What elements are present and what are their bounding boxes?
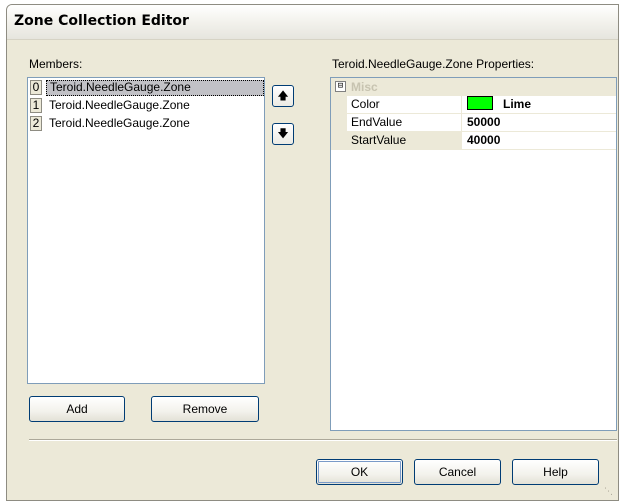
remove-button[interactable]: Remove (151, 396, 259, 422)
color-value-text: Lime (503, 97, 532, 111)
arrow-down-icon: 🡇 (277, 128, 289, 140)
property-value[interactable]: Lime (467, 96, 531, 113)
members-list[interactable]: 0 Teroid.NeedleGauge.Zone 1 Teroid.Needl… (27, 77, 265, 384)
row-gutter (331, 132, 347, 150)
separator (29, 439, 617, 441)
members-label: Members: (29, 57, 83, 71)
move-down-button[interactable]: 🡇 (272, 123, 294, 145)
window-title: Zone Collection Editor (14, 13, 189, 29)
ok-button[interactable]: OK (316, 459, 403, 485)
cancel-button[interactable]: Cancel (414, 459, 501, 485)
color-swatch (467, 96, 493, 110)
properties-label: Teroid.NeedleGauge.Zone Properties: (332, 57, 535, 71)
member-index: 2 (30, 116, 42, 131)
collapse-icon[interactable]: ⊟ (335, 81, 346, 92)
move-up-button[interactable]: 🡅 (272, 85, 294, 107)
property-row-color[interactable]: Color Lime (331, 96, 616, 114)
title-bar[interactable]: Zone Collection Editor (7, 5, 618, 40)
row-gutter (331, 114, 347, 132)
property-name: StartValue (347, 132, 462, 149)
property-value[interactable]: 40000 (467, 132, 500, 149)
property-row-endvalue[interactable]: EndValue 50000 (331, 114, 616, 132)
property-grid[interactable]: ⊟ Misc Color Lime EndValue 50000 StartVa… (330, 77, 617, 431)
member-index: 1 (30, 98, 42, 113)
member-text: Teroid.NeedleGauge.Zone (46, 80, 264, 96)
property-row-startvalue[interactable]: StartValue 40000 (331, 132, 616, 150)
zone-collection-editor-window: Zone Collection Editor Members: Teroid.N… (6, 4, 619, 501)
member-text: Teroid.NeedleGauge.Zone (49, 116, 190, 130)
member-index: 0 (30, 80, 42, 95)
property-value[interactable]: 50000 (467, 114, 500, 131)
add-button[interactable]: Add (29, 396, 125, 422)
category-row-misc[interactable]: ⊟ Misc (331, 78, 616, 96)
arrow-up-icon: 🡅 (277, 90, 289, 102)
member-text: Teroid.NeedleGauge.Zone (49, 98, 190, 112)
category-label: Misc (351, 80, 378, 94)
resize-grip-icon[interactable]: ⋱ (604, 486, 614, 496)
property-name: Color (347, 96, 462, 113)
help-button[interactable]: Help (512, 459, 599, 485)
property-name: EndValue (347, 114, 462, 131)
row-gutter (331, 96, 347, 114)
